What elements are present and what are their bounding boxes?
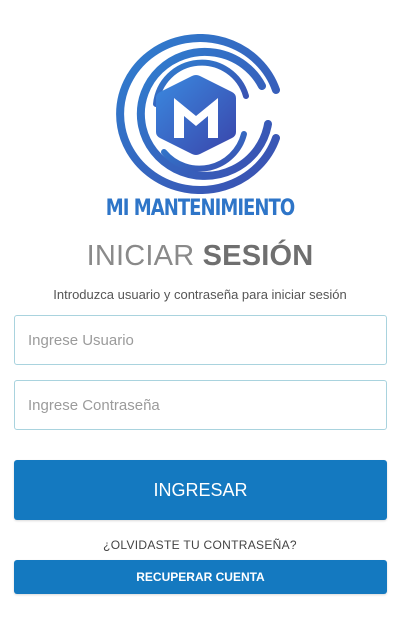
page-title: INICIAR SESIÓN <box>0 240 400 273</box>
password-input[interactable] <box>14 380 387 430</box>
mm-logo-icon <box>116 34 280 194</box>
login-page: MI MANTENIMIENTO INICIAR SESIÓN Introduz… <box>0 0 413 636</box>
title-light: INICIAR <box>86 240 195 272</box>
title-bold: SESIÓN <box>202 240 314 272</box>
recover-account-button[interactable]: RECUPERAR CUENTA <box>14 560 387 594</box>
login-instructions: Introduzca usuario y contraseña para ini… <box>53 287 347 302</box>
forgot-password-text: ¿OLVIDASTE TU CONTRASEÑA? <box>103 538 297 552</box>
login-button[interactable]: INGRESAR <box>14 460 387 520</box>
username-input[interactable] <box>14 315 387 365</box>
brand-name: MI MANTENIMIENTO <box>105 196 295 221</box>
